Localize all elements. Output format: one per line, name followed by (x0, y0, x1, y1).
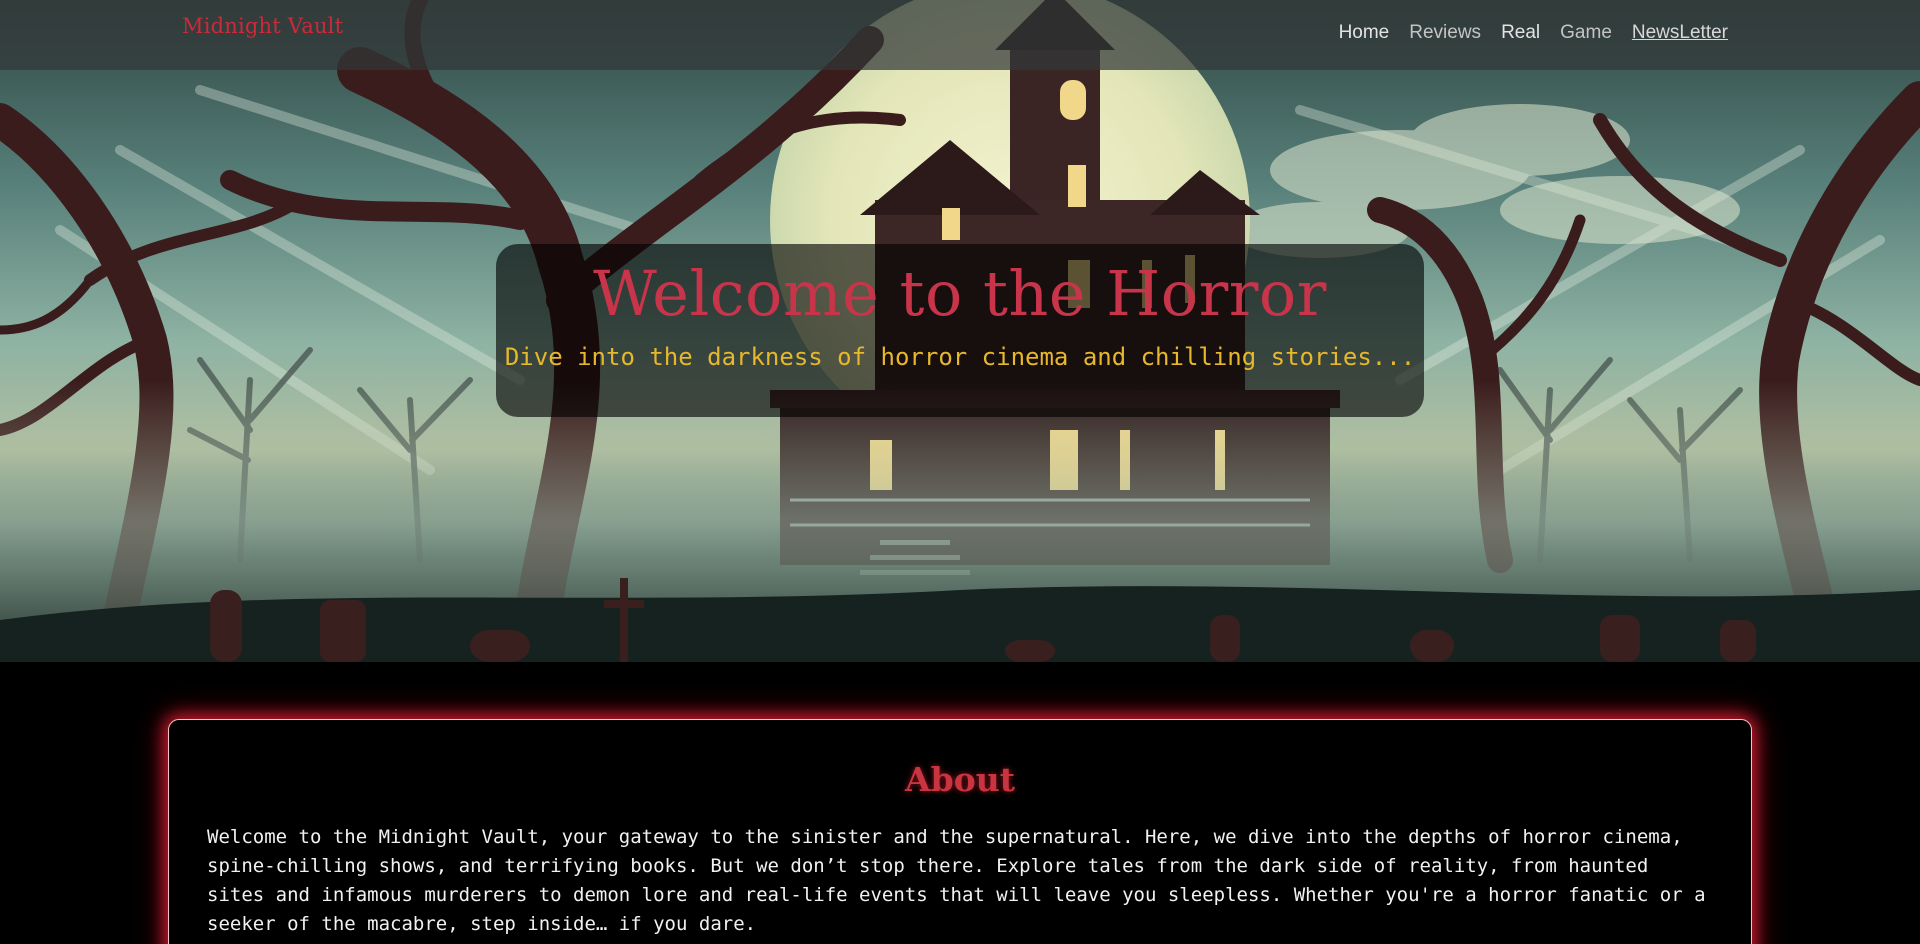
about-text: Welcome to the Midnight Vault, your gate… (207, 826, 1706, 935)
hero-subtitle: Dive into the darkness of horror cinema … (504, 343, 1416, 372)
nav-links: Home Reviews Real Game NewsLetter (1339, 22, 1728, 44)
nav-link-real[interactable]: Real (1501, 22, 1540, 44)
nav-link-newsletter[interactable]: NewsLetter (1632, 22, 1728, 44)
top-navbar: Midnight Vault Home Reviews Real Game Ne… (0, 0, 1920, 70)
about-section: About Welcome to the Midnight Vault, you… (168, 719, 1752, 944)
about-title: About (905, 760, 1015, 799)
nav-link-game[interactable]: Game (1560, 22, 1612, 44)
brand-logo[interactable]: Midnight Vault (182, 14, 343, 38)
nav-link-reviews[interactable]: Reviews (1409, 22, 1481, 44)
hero-title: Welcome to the Horror (593, 257, 1327, 330)
nav-link-home[interactable]: Home (1339, 22, 1390, 44)
hero-banner: Welcome to the Horror Dive into the dark… (496, 244, 1424, 417)
